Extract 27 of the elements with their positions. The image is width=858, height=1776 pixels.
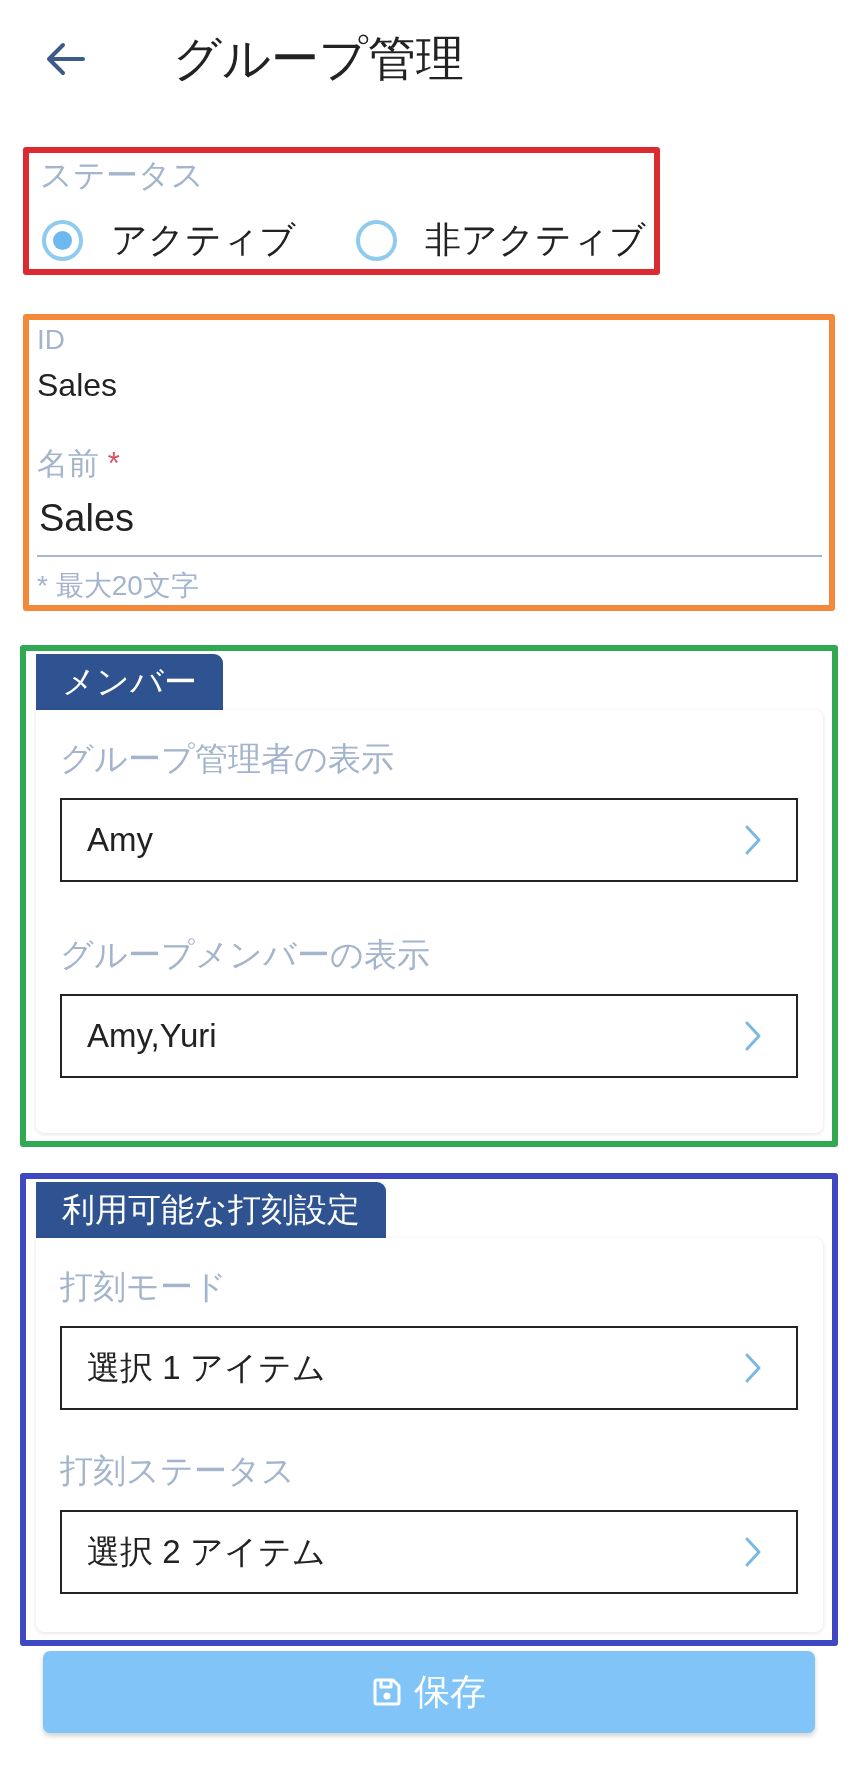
floppy-disk-icon: [372, 1677, 402, 1707]
field-label: グループメンバーの表示: [60, 936, 430, 974]
picker-field[interactable]: Amy,Yuri: [60, 994, 798, 1078]
chevron-right-icon: [745, 825, 761, 855]
field-label: ID: [37, 323, 65, 357]
chevron-right-icon: [745, 1021, 761, 1051]
radio-label[interactable]: 非アクティブ: [425, 218, 646, 262]
section-heading: メンバー: [36, 654, 223, 710]
picker-field[interactable]: 選択 1 アイテム: [60, 1326, 798, 1410]
field-label: 打刻ステータス: [60, 1452, 295, 1490]
radio-button[interactable]: [356, 219, 397, 261]
chevron-right-icon: [745, 1353, 761, 1383]
page-title: グループ管理: [173, 31, 464, 87]
left-arrow-icon[interactable]: [45, 42, 85, 76]
field-value: Sales: [37, 367, 118, 403]
field-label: ステータス: [40, 157, 204, 193]
chevron-right-icon: [745, 1537, 761, 1567]
radio-button[interactable]: [42, 219, 83, 261]
picker-field[interactable]: 選択 2 アイテム: [60, 1510, 798, 1594]
name-input[interactable]: Sales: [37, 496, 822, 557]
field-label: 打刻モード: [60, 1268, 227, 1306]
radio-label[interactable]: アクティブ: [111, 218, 296, 262]
section-heading: 利用可能な打刻設定: [36, 1182, 386, 1238]
hint-text: * 最大20文字: [37, 570, 199, 602]
field-label: グループ管理者の表示: [60, 740, 394, 778]
picker-field[interactable]: Amy: [60, 798, 798, 882]
field-label: 名前 *: [37, 446, 120, 482]
